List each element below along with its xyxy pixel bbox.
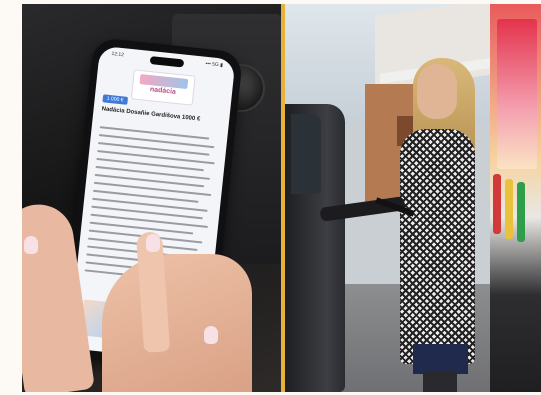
article-title: Nadácia Dosaňie Gardišova 1000 € xyxy=(101,106,201,123)
woman-head xyxy=(417,64,457,119)
amount-tag: 1 000 € xyxy=(102,94,128,105)
right-hand xyxy=(102,254,252,392)
dynamic-island xyxy=(149,56,185,68)
right-photo-gas-station xyxy=(285,4,541,392)
pump-nozzle xyxy=(517,182,525,242)
site-logo: nadácia xyxy=(130,69,196,106)
left-photo-phone-in-car: 12:12 ••• 5G ▮ nadácia 1 000 € Nadácia D… xyxy=(22,4,281,392)
pump-advertising-panel xyxy=(497,19,537,169)
woman-skirt xyxy=(413,344,468,374)
fingernail xyxy=(146,234,160,252)
status-icons: ••• 5G ▮ xyxy=(205,60,224,69)
woman-legs xyxy=(423,372,457,392)
fingernail xyxy=(204,326,218,344)
fingernail xyxy=(24,236,38,254)
pump-nozzle xyxy=(505,179,513,239)
woman-houndstooth-coat xyxy=(400,129,475,364)
car-window xyxy=(291,114,321,194)
pump-nozzle xyxy=(493,174,501,234)
status-time: 12:12 xyxy=(111,50,125,59)
